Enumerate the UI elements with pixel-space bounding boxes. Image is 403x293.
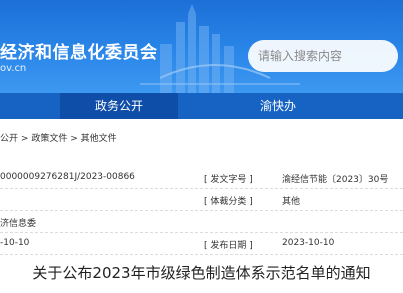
index-number-value: 0000009276281J/2023-00866 — [0, 172, 135, 182]
breadcrumb-item-public[interactable]: 公开 — [0, 134, 18, 144]
info-row: [ 体裁分类 ] 其他 — [0, 188, 403, 211]
written-date-value: -10-10 — [0, 238, 30, 248]
site-domain: ov.cn — [0, 63, 27, 74]
breadcrumb: 公开 > 政策文件 > 其他文件 — [0, 131, 117, 144]
publish-date-label: [ 发布日期 ] — [204, 241, 253, 251]
doc-number-label: [ 发文字号 ] — [204, 175, 253, 185]
breadcrumb-item-policy-docs[interactable]: 政策文件 — [31, 134, 67, 144]
search-input[interactable] — [248, 40, 398, 72]
info-row: 济信息委 — [0, 210, 403, 233]
publish-date-value: 2023-10-10 — [282, 238, 335, 248]
genre-label: [ 体裁分类 ] — [204, 197, 253, 207]
nav-item-government-affairs[interactable]: 政务公开 — [60, 93, 178, 119]
genre-value: 其他 — [282, 197, 301, 207]
issuing-agency-value: 济信息委 — [0, 219, 37, 229]
info-row: 0000009276281J/2023-00866 [ 发文字号 ] 渝经信节能… — [0, 166, 403, 189]
document-title: 关于公布2023年市级绿色制造体系示范名单的通知 — [32, 264, 371, 282]
site-title: 经济和信息化委员会 — [0, 43, 158, 63]
info-row: -10-10 [ 发布日期 ] 2023-10-10 — [0, 232, 403, 255]
doc-number-value: 渝经信节能〔2023〕30号 — [282, 175, 389, 185]
main-nav: 政务公开 渝快办 — [0, 93, 403, 119]
site-header: 经济和信息化委员会 ov.cn — [0, 0, 403, 93]
breadcrumb-separator: > — [70, 134, 78, 144]
breadcrumb-separator: > — [20, 134, 29, 144]
breadcrumb-item-other-docs[interactable]: 其他文件 — [81, 134, 117, 144]
nav-item-yukuaiban[interactable]: 渝快办 — [260, 93, 296, 119]
